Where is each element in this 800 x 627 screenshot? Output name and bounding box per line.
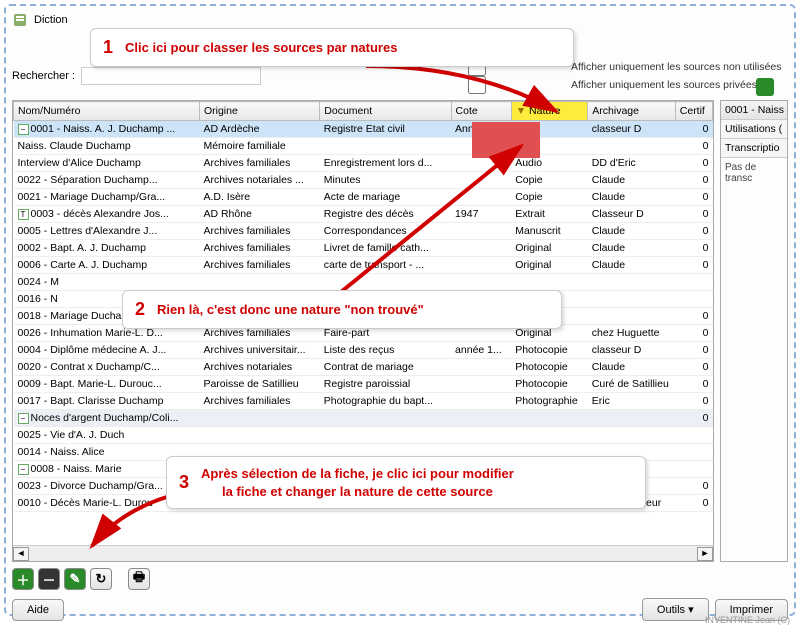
table-row[interactable]: 0004 - Diplôme médecine A. J...Archives …: [14, 342, 713, 359]
table-row[interactable]: 0009 - Bapt. Marie-L. Durouc...Paroisse …: [14, 376, 713, 393]
row-expand-icon[interactable]: −: [18, 413, 29, 424]
app-icon: [12, 12, 28, 28]
refresh-button[interactable]: ↻: [90, 568, 112, 590]
footer-credit: INVENTINE Jean (C): [705, 615, 790, 625]
green-badge-icon[interactable]: [756, 78, 774, 96]
table-row[interactable]: 0017 - Bapt. Clarisse DuchampArchives fa…: [14, 393, 713, 410]
side-title: 0001 - Naiss: [721, 101, 787, 120]
callout-2: 2 Rien là, c'est donc une nature "non tr…: [122, 290, 562, 329]
edit-button[interactable]: ✎: [64, 568, 86, 590]
row-expand-icon[interactable]: −: [18, 464, 29, 475]
arrow-2: [326, 136, 536, 306]
side-body: Pas de transc: [721, 158, 787, 561]
search-label: Rechercher :: [12, 70, 75, 82]
bottom-bar: Aide Outils ▾ Imprimer: [12, 598, 788, 621]
print-small-button[interactable]: 🖶: [128, 568, 150, 590]
col-cert[interactable]: Certif: [675, 102, 712, 121]
tools-button[interactable]: Outils ▾: [642, 598, 709, 621]
tab-utilisations[interactable]: Utilisations (: [721, 120, 787, 139]
side-panel: 0001 - Naiss Utilisations ( Transcriptio…: [720, 100, 788, 562]
callout-num-1: 1: [103, 37, 113, 58]
col-arch[interactable]: Archivage: [588, 102, 676, 121]
table-row[interactable]: 0025 - Vie d'A. J. Duch: [14, 427, 713, 444]
scroll-left-icon[interactable]: ◄: [13, 547, 29, 561]
callout-3: 3 Après sélection de la fiche, je clic i…: [166, 456, 646, 509]
app-window: Diction 1 Clic ici pour classer les sour…: [4, 4, 796, 616]
add-button[interactable]: ＋: [12, 568, 34, 590]
scroll-right-icon[interactable]: ►: [697, 547, 713, 561]
table-row[interactable]: 0020 - Contrat x Duchamp/C...Archives no…: [14, 359, 713, 376]
table-row[interactable]: −Noces d'argent Duchamp/Coli...0: [14, 410, 713, 427]
arrow-1: [356, 56, 576, 146]
window-title: Diction: [34, 14, 68, 26]
col-orig[interactable]: Origine: [199, 102, 319, 121]
tab-transcription[interactable]: Transcriptio: [721, 139, 787, 158]
remove-button[interactable]: －: [38, 568, 60, 590]
arrow-3: [80, 491, 180, 561]
help-button[interactable]: Aide: [12, 599, 64, 621]
callout-1: 1 Clic ici pour classer les sources par …: [90, 28, 574, 67]
callout-num-3: 3: [179, 472, 189, 493]
action-toolbar: ＋ － ✎ ↻ 🖶: [12, 568, 788, 590]
search-input[interactable]: [81, 67, 261, 85]
titlebar: Diction: [12, 12, 788, 28]
row-expand-icon[interactable]: −: [18, 124, 29, 135]
row-expand-icon[interactable]: T: [18, 209, 29, 220]
callout-num-2: 2: [135, 299, 145, 320]
col-num[interactable]: Nom/Numéro: [14, 102, 200, 121]
